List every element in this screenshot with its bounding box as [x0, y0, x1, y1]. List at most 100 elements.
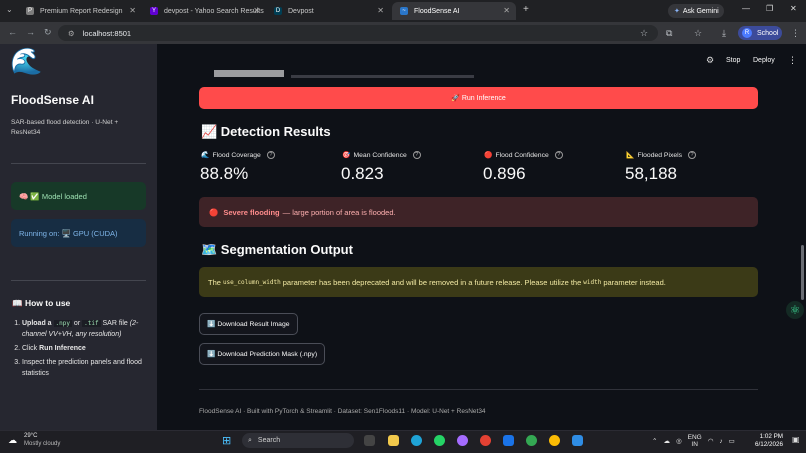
volume-icon[interactable]: ♪ [719, 438, 722, 445]
main-scrollbar[interactable] [801, 245, 804, 300]
vscode-icon[interactable] [572, 435, 583, 446]
list-item: Click Run Inference [22, 343, 150, 354]
bookmark-star-icon[interactable]: ☆ [640, 28, 648, 39]
wifi-icon[interactable]: ◠ [708, 437, 714, 445]
download-prediction-mask-button[interactable]: ⬇️ Download Prediction Mask (.npy) [199, 343, 326, 365]
onedrive-icon[interactable]: ☁ [663, 437, 670, 445]
metric-label-flooded-pixels: 📐 Flooded Pixels ? [626, 151, 697, 159]
new-tab-icon[interactable]: + [523, 4, 529, 15]
taskbar-clock[interactable]: 1:02 PM 6/12/2026 [755, 433, 783, 449]
chevron-up-icon[interactable]: ⌃ [652, 437, 657, 445]
stop-button[interactable]: Stop [726, 57, 740, 64]
close-tab-icon[interactable]: ✕ [253, 6, 260, 15]
metric-value-flood-coverage: 88.8% [200, 164, 249, 183]
site-info-icon[interactable]: ⚙ [68, 29, 75, 38]
scrolled-header-remnant [214, 70, 474, 78]
tab-label: FloodSense AI [414, 7, 460, 15]
step-text: Inspect the prediction panels and flood … [22, 359, 142, 377]
taskbar-search-input[interactable]: ⌕ Search [242, 433, 354, 448]
chrome-profile-icon[interactable] [526, 435, 537, 446]
atom-icon[interactable]: ⚛ [786, 301, 804, 319]
step-code: .tif [82, 320, 101, 327]
wave-logo-icon: 🌊 [10, 46, 43, 76]
task-view-icon[interactable] [364, 435, 375, 446]
profile-button[interactable]: R School [738, 26, 782, 40]
notifications-icon[interactable]: ▣ [792, 435, 800, 444]
close-tab-icon[interactable]: ✕ [503, 6, 510, 15]
ask-gemini-label: Ask Gemini [682, 7, 719, 15]
metric-label-mean-confidence: 🎯 Mean Confidence ? [342, 151, 421, 159]
edge-icon[interactable] [411, 435, 422, 446]
reload-icon[interactable]: ↻ [44, 27, 52, 38]
help-icon[interactable]: ? [688, 151, 697, 159]
warning-text: The [208, 277, 221, 287]
metric-label-flood-coverage: 🌊 Flood Coverage ? [201, 151, 275, 159]
how-to-steps: Upload a .npy or .tif SAR file (2-channe… [12, 318, 150, 382]
help-icon[interactable]: ? [412, 151, 421, 159]
tab-floodsense[interactable]: ~ FloodSense AI ✕ [392, 2, 516, 20]
chrome-profile-2-icon[interactable] [549, 435, 560, 446]
tab-search-icon[interactable]: ⌄ [6, 5, 13, 14]
metric-value-flooded-pixels: 58,188 [625, 164, 677, 183]
segmentation-output-heading: 🗺️ Segmentation Output [201, 242, 353, 257]
tab-premium-report[interactable]: P Premium Report Redesign ✕ [18, 2, 142, 20]
red-circle-icon: 🔴 [209, 207, 219, 217]
cut-divider-fragment [291, 75, 474, 78]
step-text: Click [22, 345, 38, 352]
outlook-icon[interactable] [503, 435, 514, 446]
step-text: or [73, 320, 81, 327]
metric-label-flood-confidence: 🔴 Flood Confidence ? [484, 151, 563, 159]
forward-arrow-icon[interactable]: → [26, 27, 35, 37]
extensions-icon[interactable]: ⧉ [666, 28, 672, 39]
help-icon[interactable]: ? [266, 151, 275, 159]
tab-label: Devpost [288, 7, 314, 15]
deprecation-warning: The use_column_width parameter has been … [199, 267, 758, 297]
address-bar-row: ← → ↻ ⚙ localhost:8501 ☆ ⧉ ☆ ⤓ R School … [0, 22, 806, 44]
close-tab-icon[interactable]: ✕ [129, 6, 136, 15]
copilot-icon[interactable] [457, 435, 468, 446]
close-tab-icon[interactable]: ✕ [377, 6, 384, 15]
wave-favicon-icon: ~ [400, 7, 408, 15]
app-name: FloodSense AI [11, 93, 94, 107]
metric-label-text: Flood Coverage [212, 151, 261, 159]
whatsapp-icon[interactable] [434, 435, 445, 446]
model-status-badge: 🧠 ✅ Model loaded [11, 182, 146, 210]
battery-icon[interactable]: ▭ [729, 437, 735, 445]
warning-text: parameter has been deprecated and will b… [282, 277, 582, 287]
language-indicator[interactable]: ENG IN [688, 434, 702, 448]
network-icon[interactable]: ◎ [676, 437, 682, 445]
list-item: Inspect the prediction panels and flood … [22, 357, 150, 379]
back-arrow-icon[interactable]: ← [8, 27, 17, 37]
url-input[interactable]: ⚙ localhost:8501 [58, 25, 658, 41]
metric-label-text: Flooded Pixels [637, 151, 683, 159]
tab-label: devpost - Yahoo Search Results [164, 7, 264, 15]
download-result-image-button[interactable]: ⬇️ Download Result Image [199, 313, 298, 335]
bookmarks-icon[interactable]: ☆ [694, 28, 702, 39]
help-icon[interactable]: ? [554, 151, 563, 159]
red-circle-icon: 🔴 [484, 152, 493, 159]
download-icon[interactable]: ⤓ [722, 28, 726, 39]
severity-alert: 🔴 Severe flooding — large portion of are… [199, 197, 758, 227]
main-menu-icon[interactable]: ⋮ [788, 55, 797, 66]
wave-icon: 🌊 [201, 152, 210, 159]
warning-code: use_column_width [222, 278, 281, 286]
ask-gemini-button[interactable]: ✦ Ask Gemini [668, 4, 724, 18]
tab-devpost[interactable]: D Devpost ✕ [266, 2, 390, 20]
step-text: SAR file [102, 320, 128, 327]
close-window-icon[interactable]: ✕ [790, 4, 797, 13]
detection-results-heading: 📈 Detection Results [201, 124, 331, 139]
search-icon: ⌕ [248, 436, 252, 444]
metric-value-mean-confidence: 0.823 [341, 164, 384, 183]
start-windows-icon[interactable]: ⊞ [222, 434, 231, 447]
run-inference-button[interactable]: 🚀 Run Inference [199, 87, 758, 109]
warning-text: parameter instead. [603, 277, 666, 287]
chrome-icon[interactable] [480, 435, 491, 446]
minimize-icon[interactable]: — [742, 4, 750, 13]
browser-menu-icon[interactable]: ⋮ [791, 28, 800, 39]
search-placeholder: Search [257, 437, 281, 444]
restore-icon[interactable]: ❐ [766, 4, 773, 13]
deploy-button[interactable]: Deploy [753, 57, 775, 64]
tab-yahoo-search[interactable]: Y devpost - Yahoo Search Results ✕ [142, 2, 266, 20]
file-explorer-icon[interactable] [388, 435, 399, 446]
clock-time: 1:02 PM [759, 433, 784, 440]
